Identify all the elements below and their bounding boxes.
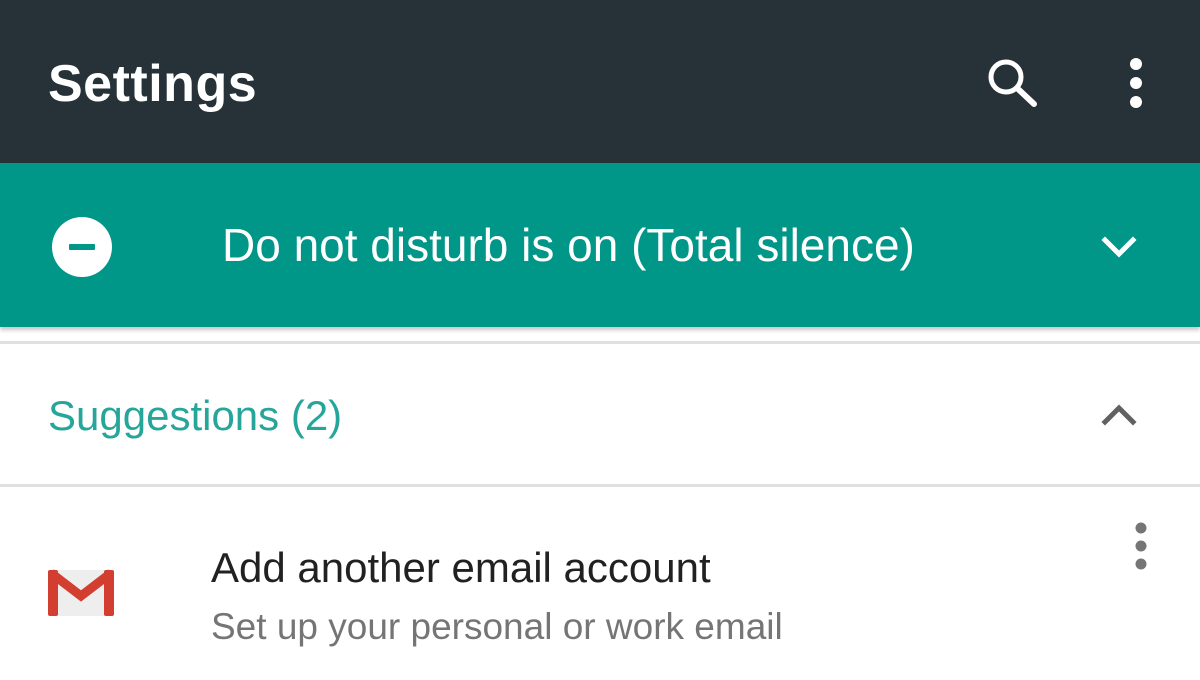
overflow-menu-button[interactable] xyxy=(1114,54,1158,112)
suggestion-menu-button[interactable] xyxy=(1120,516,1162,576)
suggestions-label: Suggestions (2) xyxy=(48,392,343,439)
more-vert-icon xyxy=(1135,522,1147,570)
search-button[interactable] xyxy=(984,56,1042,108)
chevron-down-icon xyxy=(1101,236,1137,258)
dnd-expand-button[interactable] xyxy=(1094,222,1144,272)
suggestion-subtitle: Set up your personal or work email xyxy=(211,606,783,647)
suggestions-collapse-button[interactable] xyxy=(1094,390,1144,440)
more-vert-icon xyxy=(1130,58,1142,108)
dnd-status-text: Do not disturb is on (Total silence) xyxy=(222,219,915,271)
page-title: Settings xyxy=(48,55,258,113)
chevron-up-icon xyxy=(1101,404,1137,426)
do-not-disturb-icon xyxy=(52,217,112,277)
app-bar: Settings xyxy=(0,0,1200,163)
gmail-icon xyxy=(48,569,114,616)
search-icon xyxy=(988,59,1037,107)
suggestion-title: Add another email account xyxy=(211,544,711,591)
